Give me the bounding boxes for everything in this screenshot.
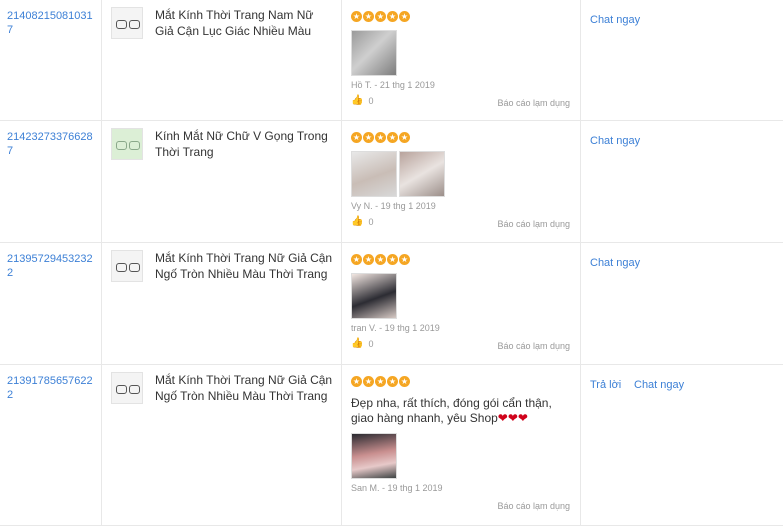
order-id-link[interactable]: 213917856576222: [7, 374, 93, 402]
star-icon: ★: [375, 376, 386, 387]
star-icon: ★: [363, 11, 374, 22]
report-abuse-link[interactable]: Báo cáo lạm dụng: [497, 501, 570, 512]
rating-stars: ★ ★ ★ ★ ★: [351, 376, 410, 387]
star-icon: ★: [399, 376, 410, 387]
table-row: 214232733766287 Kính Mắt Nữ Chữ V Gọng T…: [0, 121, 783, 243]
review-photos: [351, 433, 397, 479]
reviewer-info: Vy N. - 19 thg 1 2019: [351, 201, 436, 211]
product-thumbnail: [111, 7, 143, 39]
review-photos: [351, 273, 397, 319]
chat-now-link[interactable]: Chat ngay: [590, 134, 640, 148]
star-icon: ★: [375, 254, 386, 265]
like-count[interactable]: 👍 0: [351, 338, 373, 350]
rating-stars: ★ ★ ★ ★ ★: [351, 132, 410, 143]
star-icon: ★: [375, 132, 386, 143]
product-name: Mắt Kính Thời Trang Nữ Giả Cận Ngố Tròn …: [155, 251, 333, 281]
thumbs-up-icon: 👍: [351, 95, 364, 106]
table-row: 214082150810317 Mắt Kính Thời Trang Nam …: [0, 0, 783, 121]
product-thumbnail: [111, 128, 143, 160]
review-photos: [351, 30, 397, 76]
chat-now-link[interactable]: Chat ngay: [590, 13, 640, 27]
thumbs-up-icon: 👍: [351, 338, 364, 349]
product-thumbnail: [111, 250, 143, 282]
reviewer-info: tran V. - 19 thg 1 2019: [351, 323, 440, 333]
rating-stars: ★ ★ ★ ★ ★: [351, 254, 410, 265]
review-photo[interactable]: [351, 30, 397, 76]
product-name: Kính Mắt Nữ Chữ V Gọng Trong Thời Trang: [155, 129, 328, 159]
product-thumbnail: [111, 372, 143, 404]
review-photo[interactable]: [351, 273, 397, 319]
star-icon: ★: [387, 376, 398, 387]
star-icon: ★: [363, 254, 374, 265]
star-icon: ★: [399, 11, 410, 22]
report-abuse-link[interactable]: Báo cáo lạm dụng: [497, 98, 570, 109]
order-id-link[interactable]: 214232733766287: [7, 130, 93, 158]
rating-stars: ★ ★ ★ ★ ★: [351, 11, 410, 22]
product-name: Mắt Kính Thời Trang Nữ Giả Cận Ngố Tròn …: [155, 373, 333, 403]
star-icon: ★: [351, 132, 362, 143]
heart-icon: ❤: [497, 411, 508, 425]
review-photo[interactable]: [351, 151, 397, 197]
product-name: Mắt Kính Thời Trang Nam Nữ Giả Cận Lục G…: [155, 8, 314, 38]
star-icon: ★: [351, 11, 362, 22]
order-id-link[interactable]: 214082150810317: [7, 9, 93, 37]
table-row: 213957294532322 Mắt Kính Thời Trang Nữ G…: [0, 243, 783, 365]
like-count[interactable]: 👍 0: [351, 216, 373, 228]
report-abuse-link[interactable]: Báo cáo lạm dụng: [497, 341, 570, 352]
star-icon: ★: [399, 254, 410, 265]
order-id-link[interactable]: 213957294532322: [7, 252, 93, 280]
chat-now-link[interactable]: Chat ngay: [590, 256, 640, 270]
review-photo[interactable]: [351, 433, 397, 479]
star-icon: ★: [387, 11, 398, 22]
star-icon: ★: [387, 254, 398, 265]
like-count[interactable]: 👍 0: [351, 95, 373, 107]
star-icon: ★: [351, 254, 362, 265]
heart-icon: ❤: [507, 411, 518, 425]
heart-icon: ❤: [517, 411, 528, 425]
reply-link[interactable]: Trả lời: [590, 378, 621, 392]
reviews-table: 214082150810317 Mắt Kính Thời Trang Nam …: [0, 0, 783, 526]
star-icon: ★: [363, 132, 374, 143]
star-icon: ★: [375, 11, 386, 22]
star-icon: ★: [387, 132, 398, 143]
chat-now-link[interactable]: Chat ngay: [634, 378, 684, 392]
star-icon: ★: [351, 376, 362, 387]
thumbs-up-icon: 👍: [351, 216, 364, 227]
star-icon: ★: [399, 132, 410, 143]
review-photos: [351, 151, 445, 197]
review-photo[interactable]: [399, 151, 445, 197]
table-row: 213917856576222 Mắt Kính Thời Trang Nữ G…: [0, 365, 783, 526]
reviewer-info: San M. - 19 thg 1 2019: [351, 483, 443, 493]
reviewer-info: Hồ T. - 21 thg 1 2019: [351, 80, 435, 90]
review-comment: Đẹp nha, rất thích, đóng gói cẩn thận, g…: [351, 396, 552, 425]
report-abuse-link[interactable]: Báo cáo lạm dụng: [497, 219, 570, 230]
star-icon: ★: [363, 376, 374, 387]
